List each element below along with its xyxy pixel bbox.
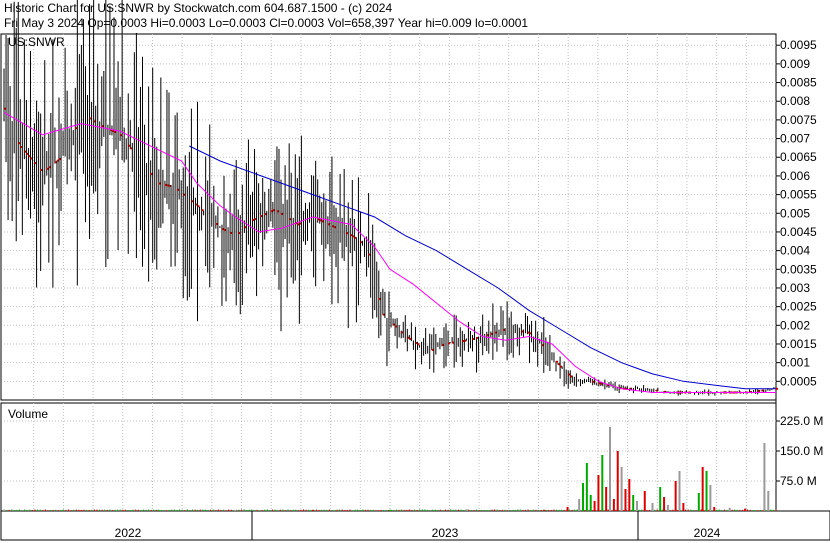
volume-bar bbox=[543, 509, 546, 511]
price-tick-label: 0.0005 bbox=[780, 374, 817, 388]
price-tick-label: 0.0085 bbox=[780, 76, 817, 90]
volume-bar bbox=[744, 508, 747, 511]
price-tick-label: 0.003 bbox=[780, 281, 810, 295]
volume-bar bbox=[643, 491, 646, 511]
volume-tick-label: 150.0 M bbox=[780, 444, 823, 458]
volume-bar bbox=[632, 495, 635, 511]
volume-tick-label: 75.0 M bbox=[780, 474, 817, 488]
volume-bar bbox=[767, 491, 770, 511]
volume-bar bbox=[593, 501, 596, 511]
volume-bar bbox=[705, 471, 708, 511]
price-tick-label: 0.007 bbox=[780, 132, 810, 146]
volume-bar bbox=[636, 501, 639, 511]
year-label-2024: 2024 bbox=[694, 526, 721, 540]
volume-bar bbox=[612, 499, 615, 511]
volume-tick-label: 225.0 M bbox=[780, 414, 823, 428]
volume-bar bbox=[605, 487, 608, 511]
volume-bar bbox=[682, 503, 685, 511]
volume-bar bbox=[659, 487, 662, 511]
volume-bar bbox=[651, 503, 654, 511]
year-label-2023: 2023 bbox=[432, 526, 459, 540]
price-tick-label: 0.005 bbox=[780, 206, 810, 220]
volume-bar bbox=[624, 489, 627, 511]
volume-bar bbox=[678, 471, 681, 511]
price-tick-label: 0.002 bbox=[780, 318, 810, 332]
price-tick-label: 0.0075 bbox=[780, 113, 817, 127]
volume-chart-title: Volume bbox=[8, 407, 48, 421]
price-tick-label: 0.009 bbox=[780, 57, 810, 71]
price-tick-label: 0.0065 bbox=[780, 150, 817, 164]
volume-bar bbox=[701, 467, 704, 511]
close-marker bbox=[417, 343, 420, 346]
price-tick-label: 0.0035 bbox=[780, 262, 817, 276]
volume-bar bbox=[566, 507, 569, 511]
volume-bar bbox=[585, 463, 588, 511]
price-tick-label: 0.006 bbox=[780, 169, 810, 183]
volume-bar bbox=[389, 509, 391, 511]
price-tick-label: 0.0055 bbox=[780, 188, 817, 202]
close-marker bbox=[776, 387, 778, 390]
volume-bar bbox=[620, 467, 623, 511]
volume-bar bbox=[311, 509, 314, 511]
volume-bar bbox=[582, 483, 584, 511]
volume-bar bbox=[578, 499, 581, 511]
volume-bar bbox=[601, 455, 604, 511]
volume-bar bbox=[674, 481, 677, 511]
price-tick-label: 0.0045 bbox=[780, 225, 817, 239]
volume-bar bbox=[234, 510, 237, 511]
year-label-2022: 2022 bbox=[115, 526, 142, 540]
volume-bar bbox=[589, 495, 592, 511]
volume-bar bbox=[713, 507, 716, 511]
price-tick-label: 0.0095 bbox=[780, 38, 817, 52]
volume-bar bbox=[728, 507, 731, 511]
stock-chart: 0.0095 0.009 0.0085 0.008 0.0075 0.007 0.0065 0… bbox=[0, 0, 830, 541]
price-tick-label: 0.004 bbox=[780, 244, 810, 258]
price-tick-label: 0.001 bbox=[780, 356, 810, 370]
volume-bar bbox=[763, 443, 766, 511]
volume-bar bbox=[666, 505, 669, 511]
volume-bar bbox=[466, 509, 469, 511]
volume-bar bbox=[697, 493, 700, 511]
volume-bar bbox=[597, 475, 600, 511]
volume-bar bbox=[3, 509, 5, 511]
close-marker bbox=[556, 360, 559, 363]
price-tick-label: 0.0025 bbox=[780, 300, 817, 314]
volume-bar bbox=[628, 479, 631, 511]
volume-bar bbox=[157, 509, 160, 511]
volume-bar bbox=[709, 485, 712, 511]
price-tick-label: 0.0015 bbox=[780, 337, 817, 351]
volume-bar bbox=[80, 510, 83, 511]
volume-bar bbox=[663, 497, 666, 511]
volume-bar bbox=[616, 451, 619, 511]
price-tick-label: 0.008 bbox=[780, 94, 810, 108]
volume-bar bbox=[609, 427, 612, 511]
